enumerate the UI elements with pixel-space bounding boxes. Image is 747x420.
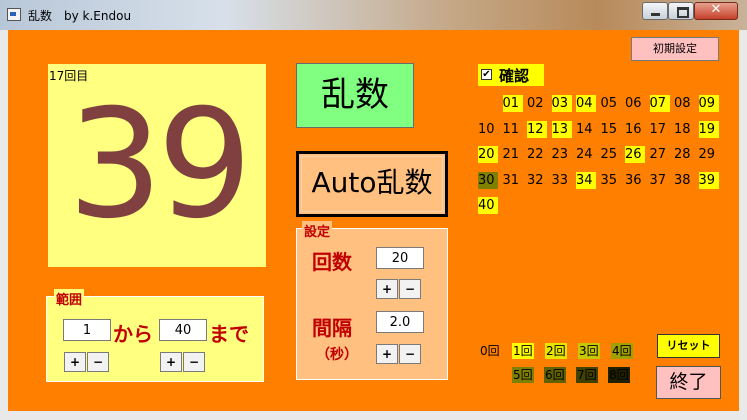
minimize-button[interactable] bbox=[642, 2, 668, 20]
number-cell: 37 bbox=[649, 172, 667, 188]
range-to-plus-button[interactable]: + bbox=[160, 352, 182, 372]
maximize-button[interactable] bbox=[668, 2, 694, 20]
number-cell: 20 bbox=[478, 146, 498, 163]
app-icon bbox=[7, 8, 21, 21]
number-cell: 31 bbox=[502, 172, 520, 188]
number-cell: 21 bbox=[502, 147, 520, 162]
number-cell: 07 bbox=[649, 95, 670, 112]
number-cell: 35 bbox=[600, 172, 618, 188]
number-cell: 11 bbox=[502, 121, 520, 137]
number-cell: 27 bbox=[649, 147, 667, 162]
number-cell: 08 bbox=[674, 96, 691, 111]
number-cell: 15 bbox=[600, 121, 618, 137]
number-cell: 04 bbox=[576, 95, 596, 112]
count-legend-item: 1回 bbox=[512, 343, 534, 359]
confirm-checkbox[interactable]: ✔ bbox=[481, 69, 492, 80]
number-cell: 09 bbox=[698, 95, 719, 112]
count-legend-item: 6回 bbox=[544, 367, 566, 383]
count-legend-item: 7回 bbox=[576, 367, 598, 383]
number-cell: 24 bbox=[576, 147, 593, 162]
number-cell: 25 bbox=[600, 147, 618, 162]
number-cell: 05 bbox=[600, 96, 618, 111]
count-legend-item: 0回 bbox=[479, 343, 501, 359]
number-cell: 28 bbox=[674, 147, 691, 162]
count-legend-item: 3回 bbox=[578, 343, 600, 359]
number-cell: 39 bbox=[698, 171, 719, 189]
auto-random-button[interactable]: Auto乱数 bbox=[296, 151, 448, 217]
range-to-minus-button[interactable]: − bbox=[183, 352, 205, 372]
number-cell: 33 bbox=[551, 172, 569, 188]
number-cell: 40 bbox=[478, 197, 498, 214]
number-cell: 01 bbox=[502, 95, 523, 112]
number-cell: 16 bbox=[625, 121, 642, 137]
count-legend-item: 8回 bbox=[608, 367, 630, 383]
interval-minus-button[interactable]: − bbox=[399, 344, 421, 364]
count-label: 回数 bbox=[312, 250, 352, 274]
range-to-label: まで bbox=[209, 322, 249, 346]
initial-settings-button[interactable]: 初期設定 bbox=[631, 37, 719, 61]
number-cell: 13 bbox=[551, 120, 572, 138]
interval-field[interactable] bbox=[376, 311, 424, 333]
settings-legend: 設定 bbox=[302, 221, 333, 240]
number-cell: 18 bbox=[674, 121, 691, 137]
range-from-field[interactable] bbox=[63, 319, 111, 341]
count-legend-item: 2回 bbox=[545, 343, 567, 359]
count-plus-button[interactable]: + bbox=[376, 279, 398, 299]
count-minus-button[interactable]: − bbox=[399, 279, 421, 299]
number-cell: 29 bbox=[698, 147, 716, 162]
number-cell: 06 bbox=[625, 96, 642, 111]
range-from-minus-button[interactable]: − bbox=[87, 352, 109, 372]
random-button[interactable]: 乱数 bbox=[296, 63, 414, 128]
number-cell: 22 bbox=[527, 147, 544, 162]
number-cell: 23 bbox=[551, 147, 569, 162]
number-cell: 30 bbox=[478, 171, 498, 189]
confirm-label: 確認 bbox=[499, 67, 530, 85]
window-title: 乱数 by k.Endou bbox=[28, 9, 132, 23]
count-legend-item: 5回 bbox=[512, 367, 534, 383]
interval-unit-label: （秒） bbox=[316, 347, 358, 363]
number-cell: 02 bbox=[527, 96, 544, 111]
app-window: 乱数 by k.Endou ✕ 17回目 39 乱数 Auto乱数 初期設定 リ… bbox=[0, 0, 747, 420]
range-from-label: から bbox=[113, 322, 153, 346]
title-bar[interactable]: 乱数 by k.Endou ✕ bbox=[0, 0, 747, 30]
number-cell: 03 bbox=[551, 95, 572, 112]
number-cell: 36 bbox=[625, 172, 642, 188]
range-legend: 範囲 bbox=[54, 289, 85, 308]
number-cell: 19 bbox=[698, 120, 719, 138]
count-field[interactable] bbox=[376, 247, 424, 269]
number-cell: 34 bbox=[576, 171, 596, 189]
number-cell: 26 bbox=[625, 146, 645, 163]
close-button[interactable]: ✕ bbox=[694, 2, 738, 20]
result-number: 39 bbox=[67, 78, 253, 252]
number-cell: 14 bbox=[576, 121, 593, 137]
range-to-field[interactable] bbox=[159, 319, 207, 341]
number-cell: 17 bbox=[649, 121, 667, 137]
number-cell: 10 bbox=[478, 121, 495, 137]
exit-button[interactable]: 終了 bbox=[656, 366, 721, 399]
interval-plus-button[interactable]: + bbox=[376, 344, 398, 364]
number-cell: 12 bbox=[527, 120, 547, 138]
number-cell: 32 bbox=[527, 172, 544, 188]
count-legend-item: 4回 bbox=[611, 343, 633, 359]
range-from-plus-button[interactable]: + bbox=[64, 352, 86, 372]
interval-label: 間隔 bbox=[312, 316, 352, 340]
reset-button[interactable]: リセット bbox=[657, 334, 720, 358]
close-icon: ✕ bbox=[710, 2, 722, 17]
number-cell: 38 bbox=[674, 172, 691, 188]
